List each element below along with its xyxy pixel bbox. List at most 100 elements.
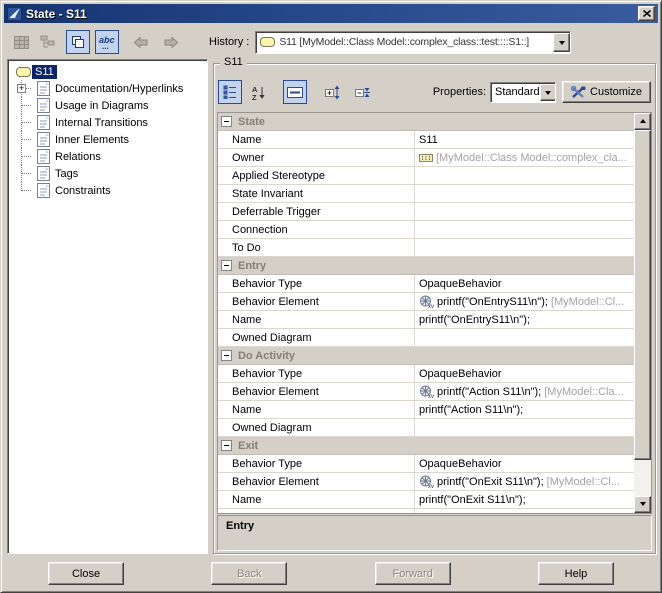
state-icon — [260, 37, 275, 47]
expand-icon[interactable]: + — [17, 84, 26, 93]
property-value[interactable] — [415, 329, 634, 346]
property-table: StateName S11Owner[MyModel::Class Model::… — [218, 113, 634, 513]
property-name: Name — [218, 311, 415, 328]
section-header[interactable]: State — [218, 113, 634, 131]
description-area: Entry — [217, 515, 652, 551]
show-description-icon[interactable] — [283, 80, 307, 104]
standard-mode-icon[interactable] — [66, 30, 90, 54]
tree-item-tags[interactable]: Tags — [10, 165, 207, 182]
scroll-up-button[interactable] — [634, 113, 651, 130]
owner-icon — [419, 153, 433, 163]
back-button[interactable]: Back — [211, 562, 287, 585]
tree-view-icon[interactable] — [35, 30, 59, 54]
forward-button[interactable]: Forward — [375, 562, 451, 585]
tree-root-item[interactable]: S11 — [10, 63, 207, 80]
property-value[interactable] — [415, 167, 634, 184]
property-value[interactable]: printf("Action S11\n"); — [415, 401, 634, 418]
history-dropdown-arrow[interactable] — [553, 33, 570, 52]
value-text: printf("Action S11\n"); — [437, 386, 541, 398]
property-value[interactable]: OpaqueBehavior — [415, 455, 634, 472]
tree-item-label: Internal Transitions — [52, 116, 151, 130]
properties-dropdown-arrow[interactable] — [540, 84, 556, 101]
section-header[interactable]: Entry — [218, 257, 634, 275]
document-icon — [34, 149, 52, 164]
property-name: Applied Stereotype — [218, 167, 415, 184]
value-text: OpaqueBehavior — [419, 458, 502, 470]
help-button[interactable]: Help — [538, 562, 614, 585]
customize-icon — [571, 86, 586, 99]
tree-item-documentation-hyperlinks[interactable]: +Documentation/Hyperlinks — [10, 80, 207, 97]
tree-item-constraints[interactable]: Constraints — [10, 182, 207, 199]
property-value[interactable]: OpaqueBehavior — [415, 275, 634, 292]
scrollbar-track[interactable] — [634, 460, 651, 496]
collapse-icon[interactable] — [221, 260, 232, 271]
customize-button[interactable]: Customize — [562, 81, 651, 103]
property-name: Behavior Element — [218, 383, 415, 400]
property-value[interactable] — [415, 509, 634, 513]
property-value[interactable] — [415, 221, 634, 238]
table-row: Owned Diagram — [218, 419, 634, 437]
table-row: Applied Stereotype — [218, 167, 634, 185]
tree-connector — [14, 148, 34, 165]
svg-text:...: ... — [102, 42, 109, 50]
document-icon — [34, 115, 52, 130]
scroll-down-button[interactable] — [634, 496, 651, 513]
table-row: Owner[MyModel::Class Model::complex_cla.… — [218, 149, 634, 167]
svg-text:xy: xy — [427, 304, 434, 308]
property-value[interactable]: printf("OnEntryS11\n"); — [415, 311, 634, 328]
categorized-view-icon[interactable] — [218, 80, 242, 104]
opaque-behavior-icon: xy — [419, 385, 434, 398]
collapse-icon[interactable] — [221, 350, 232, 361]
svg-text:xy: xy — [427, 484, 434, 488]
property-value[interactable]: xyprintf("Action S11\n");[MyModel::Cla..… — [415, 383, 634, 400]
forward-icon[interactable] — [159, 30, 183, 54]
tree-connector — [14, 131, 34, 148]
dialog-window: State - S11 abc... History : S11 [MyM — [0, 0, 662, 593]
history-combobox[interactable]: S11 [MyModel::Class Model::complex_class… — [255, 31, 571, 54]
property-name: Behavior Type — [218, 455, 415, 472]
section-header[interactable]: Exit — [218, 437, 634, 455]
property-value[interactable] — [415, 239, 634, 256]
property-value[interactable]: xyprintf("OnExit S11\n");[MyModel::Cl... — [415, 473, 634, 490]
tree-item-usage-in-diagrams[interactable]: Usage in Diagrams — [10, 97, 207, 114]
properties-select[interactable]: Standard — [490, 82, 556, 103]
tree-item-inner-elements[interactable]: Inner Elements — [10, 131, 207, 148]
properties-label: Properties: — [433, 86, 486, 98]
section-header[interactable]: Do Activity — [218, 347, 634, 365]
tree-item-relations[interactable]: Relations — [10, 148, 207, 165]
chevron-down-icon — [545, 91, 551, 98]
panel-toolbar: AZ Properties: Standard Cus — [218, 78, 651, 106]
value-text: OpaqueBehavior — [419, 368, 502, 380]
documentation-mode-icon[interactable]: abc... — [95, 30, 119, 54]
tree-item-internal-transitions[interactable]: Internal Transitions — [10, 114, 207, 131]
property-value[interactable] — [415, 203, 634, 220]
expand-all-icon[interactable] — [321, 80, 345, 104]
property-value[interactable]: OpaqueBehavior — [415, 365, 634, 382]
history-value: S11 [MyModel::Class Model::complex_class… — [279, 36, 553, 48]
property-value[interactable]: xyprintf("OnEntryS11\n");[MyModel::Cl... — [415, 293, 634, 310]
property-value[interactable]: printf("OnExit S11\n"); — [415, 491, 634, 508]
property-value[interactable]: [MyModel::Class Model::complex_cla... — [415, 149, 634, 166]
vertical-scrollbar[interactable] — [634, 113, 651, 513]
sort-alphabetically-icon[interactable]: AZ — [247, 80, 271, 104]
property-value[interactable]: S11 — [415, 131, 634, 148]
close-button[interactable] — [638, 6, 655, 21]
collapse-all-icon[interactable] — [351, 80, 375, 104]
state-icon — [14, 67, 32, 77]
collapse-icon[interactable] — [221, 440, 232, 451]
property-value[interactable] — [415, 419, 634, 436]
back-icon[interactable] — [129, 30, 153, 54]
collapse-icon[interactable] — [221, 116, 232, 127]
document-icon — [34, 166, 52, 181]
table-row: Owned Diagram — [218, 329, 634, 347]
table-row: Nameprintf("Action S11\n"); — [218, 401, 634, 419]
grid-view-icon[interactable] — [9, 30, 33, 54]
value-text: printf("OnEntryS11\n"); — [437, 296, 548, 308]
value-text: printf("OnExit S11\n"); — [419, 494, 526, 506]
close-button[interactable]: Close — [48, 562, 124, 585]
property-value[interactable] — [415, 185, 634, 202]
property-name: Owner — [218, 149, 415, 166]
scrollbar-thumb[interactable] — [634, 130, 651, 460]
table-row: Connection — [218, 221, 634, 239]
value-path-text: [MyModel::Cl... — [547, 476, 620, 488]
